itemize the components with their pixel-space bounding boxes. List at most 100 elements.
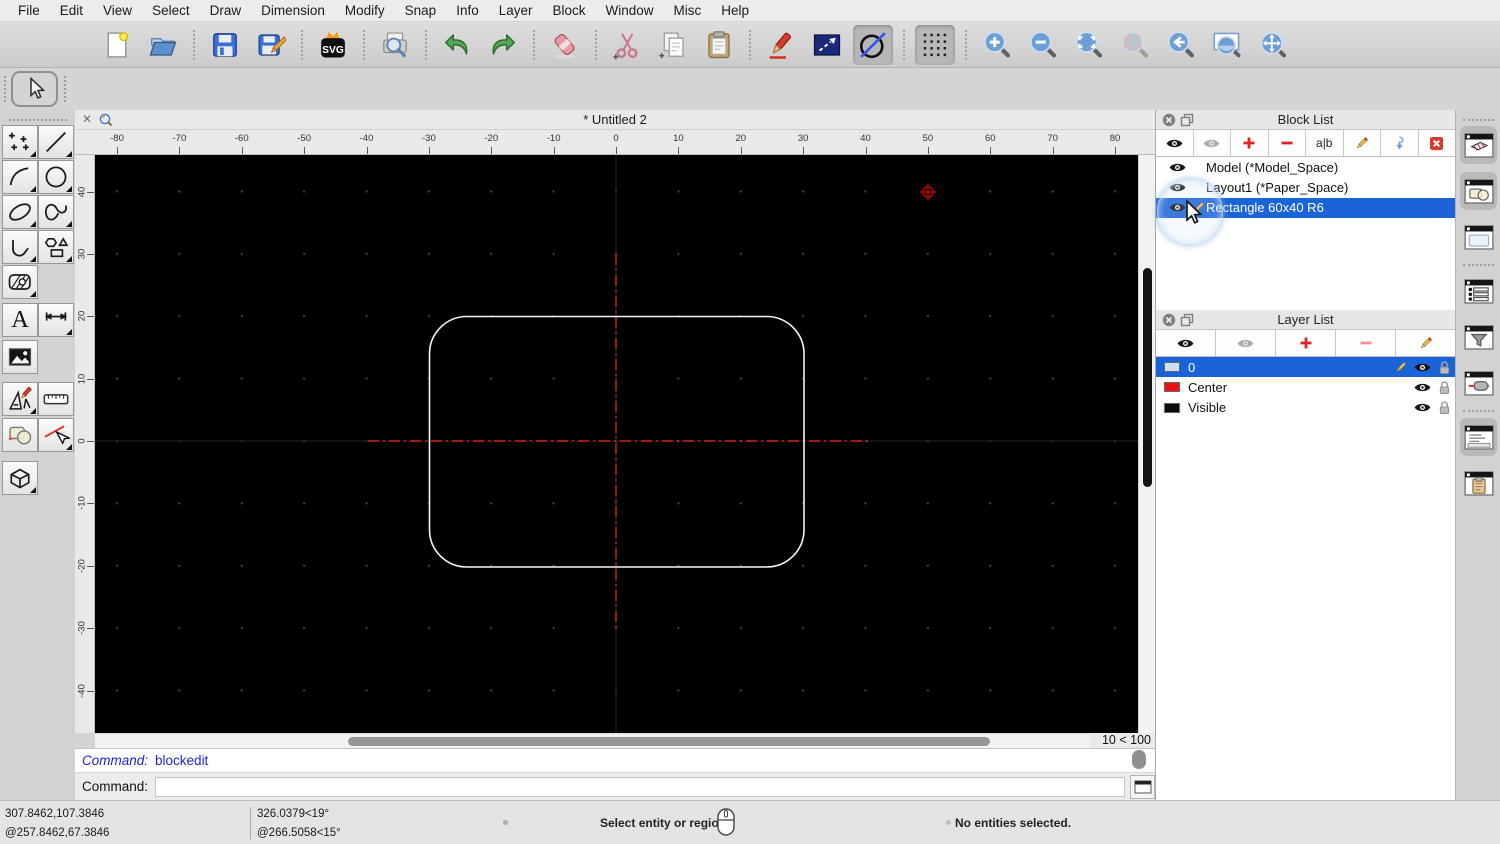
copy-button[interactable]: [653, 25, 693, 65]
menu-info[interactable]: Info: [446, 0, 489, 22]
hatch-tool[interactable]: [2, 265, 38, 299]
new-document-button[interactable]: [97, 25, 137, 65]
text-tool[interactable]: A: [2, 303, 38, 337]
entity-list-dock-toggle[interactable]: [1460, 272, 1497, 310]
pen-palette-dock-toggle[interactable]: [1460, 364, 1497, 402]
menu-view[interactable]: View: [93, 0, 142, 22]
measure-tool[interactable]: [38, 382, 74, 416]
filter-dock-toggle[interactable]: [1460, 318, 1497, 356]
zoom-pan-icon: [1260, 31, 1286, 57]
block-list-item[interactable]: Model (*Model_Space): [1156, 157, 1455, 177]
menu-select[interactable]: Select: [142, 0, 200, 22]
zoom-in-button[interactable]: [977, 25, 1017, 65]
block-list-dock-toggle[interactable]: [1460, 126, 1497, 164]
open-file-button[interactable]: [143, 25, 183, 65]
undo-button[interactable]: [437, 25, 477, 65]
command-widget-dock-toggle[interactable]: [1460, 418, 1497, 456]
block-hide-all-button[interactable]: [1194, 130, 1231, 156]
menu-block[interactable]: Block: [543, 0, 596, 22]
info-tool[interactable]: [2, 418, 38, 452]
layer-hide-all-button[interactable]: [1216, 330, 1276, 356]
polyline-tool[interactable]: [2, 230, 38, 264]
command-dock-button[interactable]: [1130, 774, 1155, 799]
image-tool[interactable]: [2, 340, 38, 374]
layer-list-item[interactable]: 0: [1156, 357, 1455, 378]
arc-tool[interactable]: [2, 160, 38, 194]
selection-pointer-button[interactable]: [11, 71, 58, 107]
canvas-horizontal-scrollbar[interactable]: [95, 733, 1090, 748]
layer-list-dock-toggle[interactable]: [1460, 172, 1497, 210]
menu-draw[interactable]: Draw: [200, 0, 252, 22]
menu-dimension[interactable]: Dimension: [251, 0, 335, 22]
zoom-auto-button[interactable]: [1069, 25, 1109, 65]
zoom-out-button[interactable]: [1023, 25, 1063, 65]
menu-layer[interactable]: Layer: [489, 0, 543, 22]
box-3d-tool[interactable]: [2, 461, 38, 495]
history-scroll-thumb[interactable]: [1132, 750, 1146, 769]
layer-add-button[interactable]: [1276, 330, 1336, 356]
redo-button[interactable]: [483, 25, 523, 65]
paste-button[interactable]: [699, 25, 739, 65]
export-svg-button[interactable]: SVG: [313, 25, 353, 65]
block-remove-all-button[interactable]: [1419, 130, 1456, 156]
modify-tool[interactable]: [2, 382, 38, 416]
ellipse-tool[interactable]: [2, 195, 38, 229]
zoom-selected-button[interactable]: [1115, 25, 1155, 65]
menu-modify[interactable]: Modify: [335, 0, 395, 22]
layer-lock-icon[interactable]: [1433, 380, 1455, 395]
dimension-tool[interactable]: [38, 303, 74, 337]
flyout-indicator: [30, 487, 36, 493]
menu-edit[interactable]: Edit: [50, 0, 93, 22]
select-entity-tool[interactable]: [38, 418, 74, 452]
order-button[interactable]: [807, 25, 847, 65]
layer-visibility-eye-icon[interactable]: [1411, 381, 1433, 394]
library-browser-dock-toggle[interactable]: [1460, 218, 1497, 256]
layer-list-item[interactable]: Visible: [1156, 398, 1455, 418]
menu-file[interactable]: File: [8, 0, 50, 22]
block-add-button[interactable]: [1231, 130, 1269, 156]
layer-show-all-button[interactable]: [1156, 330, 1216, 356]
zoom-pan-button[interactable]: [1253, 25, 1293, 65]
command-input[interactable]: [155, 776, 1126, 797]
block-insert-button[interactable]: [1381, 130, 1419, 156]
menu-help[interactable]: Help: [711, 0, 759, 22]
block-visibility-eye-icon[interactable]: [1164, 161, 1190, 174]
toolbar-separator: [301, 29, 303, 60]
rounded-rectangle-entity[interactable]: [428, 315, 805, 568]
horizontal-scroll-thumb[interactable]: [348, 737, 990, 746]
draft-mode-button[interactable]: [853, 24, 893, 65]
grid-toggle-button[interactable]: [915, 24, 955, 65]
block-remove-button[interactable]: [1269, 130, 1306, 156]
zoom-previous-button[interactable]: [1161, 25, 1201, 65]
cut-button[interactable]: [607, 25, 647, 65]
layer-edit-button[interactable]: [1396, 330, 1455, 356]
menu-window[interactable]: Window: [596, 0, 664, 22]
canvas-vertical-scrollbar[interactable]: [1138, 155, 1155, 733]
menu-snap[interactable]: Snap: [395, 0, 447, 22]
layer-remove-button[interactable]: [1336, 330, 1396, 356]
clipboard-dock-toggle[interactable]: [1460, 464, 1497, 502]
polygon-tool[interactable]: [38, 230, 74, 264]
print-preview-button[interactable]: [375, 25, 415, 65]
line-tool[interactable]: [38, 125, 74, 159]
save-button[interactable]: [205, 25, 245, 65]
layer-list-item[interactable]: Center: [1156, 377, 1455, 397]
block-show-all-button[interactable]: [1156, 130, 1194, 156]
circle-tool[interactable]: [38, 160, 74, 194]
layer-lock-icon[interactable]: [1433, 360, 1455, 375]
edit-pen-button[interactable]: [761, 25, 801, 65]
zoom-window-button[interactable]: [1207, 25, 1247, 65]
menu-misc[interactable]: Misc: [664, 0, 712, 22]
layer-lock-icon[interactable]: [1433, 400, 1455, 415]
points-tool[interactable]: [2, 125, 38, 159]
layer-visibility-eye-icon[interactable]: [1411, 401, 1433, 414]
block-rename-button[interactable]: a|b: [1306, 130, 1344, 156]
block-edit-button[interactable]: [1344, 130, 1381, 156]
spline-tool[interactable]: [38, 195, 74, 229]
delete-selected-button[interactable]: [545, 25, 585, 65]
layer-visibility-eye-icon[interactable]: [1411, 361, 1433, 374]
save-as-button[interactable]: [251, 25, 291, 65]
drawing-canvas[interactable]: [95, 155, 1138, 733]
rename-glyph: a|b: [1316, 136, 1333, 150]
vertical-scroll-thumb[interactable]: [1142, 268, 1152, 487]
